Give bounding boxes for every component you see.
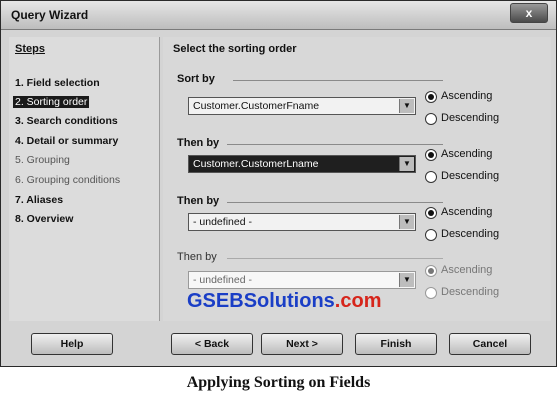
then-by-3-value: - undefined -	[193, 274, 252, 286]
then-by-3-label: Then by	[177, 251, 217, 263]
step-sorting-order[interactable]: 2. Sorting order	[13, 96, 90, 108]
title-bar: Query Wizard x	[1, 1, 556, 30]
then-by-3-descending-label[interactable]: Descending	[441, 286, 499, 298]
step-grouping-conditions: 6. Grouping conditions	[15, 174, 121, 186]
then-by-2-value: - undefined -	[193, 216, 252, 228]
then-by-1-combo[interactable]: Customer.CustomerLname ▼	[188, 155, 416, 173]
close-icon[interactable]: x	[526, 6, 533, 20]
then-by-3-ascending-label[interactable]: Ascending	[441, 264, 492, 276]
watermark-solutions: Solutions	[243, 290, 335, 312]
chevron-down-icon[interactable]: ▼	[399, 273, 414, 287]
chevron-down-icon[interactable]: ▼	[399, 157, 414, 171]
then-by-1-descending-label[interactable]: Descending	[441, 170, 499, 182]
query-wizard-window: Query Wizard x Steps 1. Field selection …	[0, 0, 557, 367]
figure-caption: Applying Sorting on Fields	[186, 374, 371, 391]
then-by-2-combo[interactable]: - undefined - ▼	[188, 213, 416, 231]
then-by-2-ascending-radio[interactable]	[425, 207, 437, 219]
then-by-2-label: Then by	[177, 195, 220, 207]
step-field-selection[interactable]: 1. Field selection	[15, 77, 100, 89]
sort-by-ascending-label[interactable]: Ascending	[441, 90, 492, 102]
sort-by-label: Sort by	[177, 73, 215, 85]
sorting-main-panel: Select the sorting order Sort by Custome…	[163, 37, 551, 321]
step-detail-or-summary[interactable]: 4. Detail or summary	[15, 135, 118, 147]
watermark-gseb: GSEB	[187, 290, 244, 312]
next-button[interactable]: Next >	[261, 333, 343, 355]
then-by-1-label: Then by	[177, 137, 220, 149]
sort-by-descending-radio[interactable]	[425, 113, 437, 125]
group-divider	[233, 80, 443, 81]
finish-button[interactable]: Finish	[355, 333, 437, 355]
then-by-3-ascending-radio[interactable]	[425, 265, 437, 277]
then-by-1-ascending-radio[interactable]	[425, 149, 437, 161]
section-title: Select the sorting order	[173, 43, 297, 55]
steps-title: Steps	[15, 43, 45, 55]
cancel-button[interactable]: Cancel	[449, 333, 531, 355]
step-overview[interactable]: 8. Overview	[15, 213, 73, 225]
window-title: Query Wizard	[11, 8, 89, 22]
steps-panel: Steps 1. Field selection 2. Sorting orde…	[9, 37, 160, 321]
then-by-3-descending-radio[interactable]	[425, 287, 437, 299]
watermark-com: .com	[334, 290, 382, 312]
step-aliases[interactable]: 7. Aliases	[15, 194, 63, 206]
sort-by-ascending-radio[interactable]	[425, 91, 437, 103]
then-by-1-ascending-label[interactable]: Ascending	[441, 148, 492, 160]
back-button[interactable]: < Back	[171, 333, 253, 355]
sort-by-combo[interactable]: Customer.CustomerFname ▼	[188, 97, 416, 115]
then-by-3-combo[interactable]: - undefined - ▼	[188, 271, 416, 289]
sort-by-value: Customer.CustomerFname	[193, 100, 320, 112]
group-divider	[227, 202, 443, 203]
help-button[interactable]: Help	[31, 333, 113, 355]
then-by-1-value: Customer.CustomerLname	[193, 158, 319, 170]
close-button[interactable]: x	[510, 3, 548, 23]
group-divider	[227, 258, 443, 259]
chevron-down-icon[interactable]: ▼	[399, 99, 414, 113]
group-divider	[227, 144, 443, 145]
step-search-conditions[interactable]: 3. Search conditions	[15, 115, 118, 127]
then-by-1-descending-radio[interactable]	[425, 171, 437, 183]
then-by-2-descending-radio[interactable]	[425, 229, 437, 241]
sort-by-descending-label[interactable]: Descending	[441, 112, 499, 124]
step-grouping: 5. Grouping	[15, 154, 70, 166]
button-bar: Help < Back Next > Finish Cancel	[9, 327, 551, 363]
chevron-down-icon[interactable]: ▼	[399, 215, 414, 229]
then-by-2-descending-label[interactable]: Descending	[441, 228, 499, 240]
then-by-2-ascending-label[interactable]: Ascending	[441, 206, 492, 218]
watermark: GSEBSolutions.com	[187, 290, 381, 313]
